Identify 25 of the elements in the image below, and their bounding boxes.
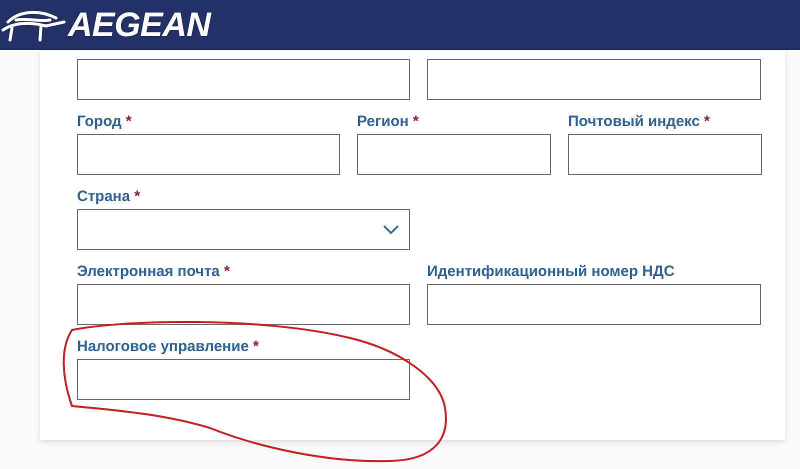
input-field[interactable]	[77, 359, 410, 400]
field-label: Город *	[77, 113, 133, 131]
required-mark: *	[224, 263, 230, 280]
chevron-down-icon	[383, 224, 399, 234]
field-label: Идентификационный номер НДС	[427, 263, 676, 281]
field-label: Налоговое управление *	[77, 338, 260, 356]
input-field[interactable]	[427, 284, 761, 325]
input-field[interactable]	[77, 284, 410, 325]
required-mark: *	[126, 113, 132, 130]
input-field[interactable]	[357, 134, 551, 175]
required-mark: *	[252, 338, 259, 355]
birds-icon	[0, 8, 66, 42]
country-select[interactable]	[77, 209, 410, 250]
input-field[interactable]	[77, 59, 410, 100]
logo-text[interactable]: AEGEAN	[68, 8, 210, 42]
field-label: Электронная почта *	[77, 263, 231, 281]
required-mark: *	[134, 188, 140, 205]
input-field[interactable]	[77, 134, 340, 175]
required-mark: *	[412, 113, 419, 130]
input-field[interactable]	[568, 134, 762, 175]
field-label: Почтовый индекс *	[568, 113, 711, 131]
required-mark: *	[704, 113, 710, 130]
input-field[interactable]	[427, 59, 761, 100]
field-label: Регион *	[357, 113, 420, 131]
field-label: Страна *	[77, 188, 142, 206]
